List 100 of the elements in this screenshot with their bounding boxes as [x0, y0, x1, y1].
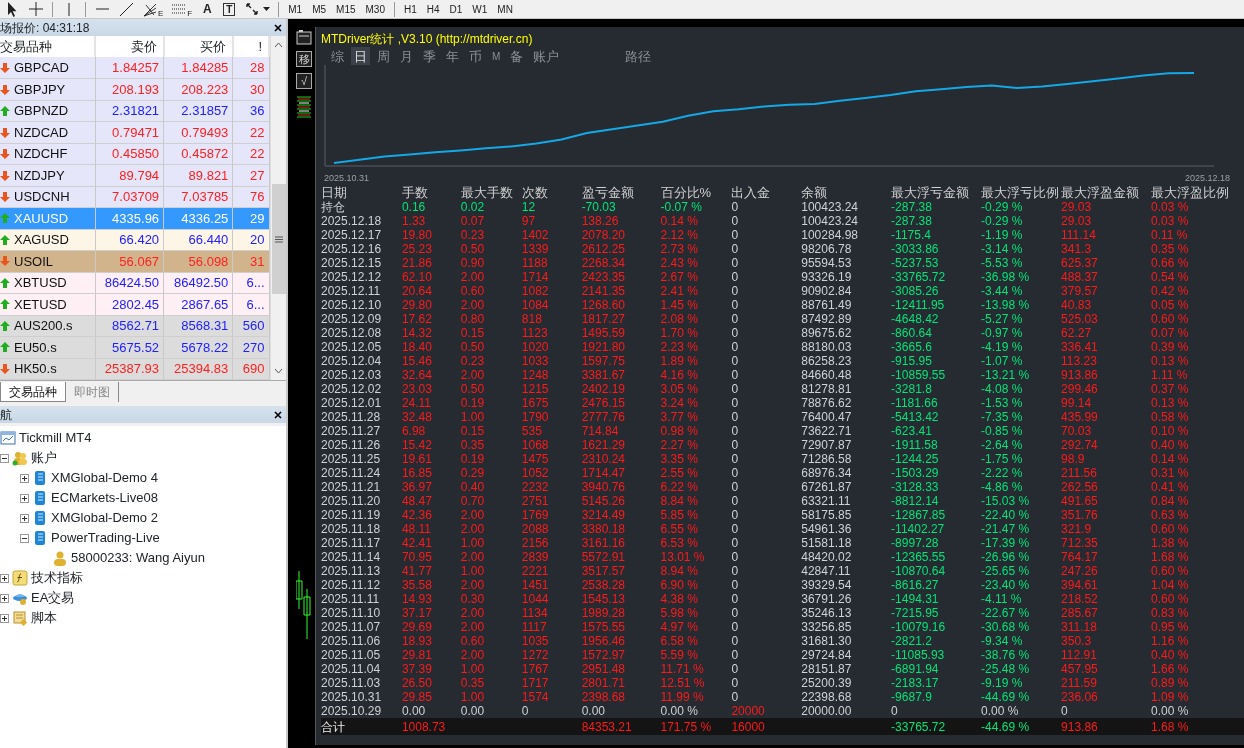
quote-row[interactable]: NZDCHF 0.45850 0.45872 22: [0, 143, 269, 165]
quote-row[interactable]: NZDJPY 89.794 89.821 27: [0, 164, 269, 187]
timeframe-button[interactable]: H4: [421, 0, 445, 18]
quote-row[interactable]: GBPNZD 2.31821 2.31857 36: [0, 100, 269, 122]
table-cell: 1717: [521, 676, 549, 690]
collapse-icon[interactable]: [0, 453, 9, 463]
stats-tab[interactable]: 路径: [622, 47, 655, 65]
side-button[interactable]: √: [296, 73, 312, 89]
tree-item[interactable]: 账户: [31, 448, 57, 468]
tree-item[interactable]: PowerTrading-Live: [51, 528, 160, 548]
tree-item[interactable]: 脚本: [31, 608, 57, 628]
fibonacci-tool-button[interactable]: E: [138, 0, 168, 18]
panel-tab[interactable]: 交易品种: [0, 382, 66, 402]
ask-price: 2.31857: [163, 100, 233, 122]
stats-tab[interactable]: 备: [507, 47, 527, 65]
table-cell: -7215.95: [891, 606, 939, 620]
table-cell: 86258.23: [801, 354, 852, 368]
spread-value: 560: [232, 315, 269, 337]
symbol-name: XETUSD: [14, 295, 67, 314]
tree-item[interactable]: XMGlobal-Demo 4: [51, 468, 158, 488]
stats-tab[interactable]: 综: [328, 47, 347, 65]
quote-row[interactable]: GBPCAD 1.84257 1.84285 28: [0, 57, 269, 79]
table-cell: 0.13 %: [1150, 354, 1189, 368]
label-tool-button[interactable]: T: [218, 0, 241, 18]
stats-tab[interactable]: 季: [420, 47, 439, 65]
expand-icon[interactable]: [20, 513, 29, 523]
column-header[interactable]: !: [232, 36, 269, 58]
grid-tool-button[interactable]: F: [167, 0, 197, 18]
table-cell: 6.90 %: [660, 578, 698, 592]
quote-row[interactable]: GBPJPY 208.193 208.223 30: [0, 78, 269, 101]
table-cell: 17.62: [401, 312, 432, 326]
table-cell: 625.37: [1061, 256, 1098, 270]
quote-row[interactable]: XBTUSD 86424.50 86492.50 6...: [0, 272, 269, 294]
timeframe-button[interactable]: M30: [360, 0, 390, 18]
tree-item[interactable]: 技术指标: [31, 568, 83, 588]
table-cell: -44.69 %: [981, 719, 1030, 734]
table-cell: 29.85: [401, 690, 432, 704]
expand-icon[interactable]: [20, 493, 29, 503]
table-cell: -915.95: [891, 354, 932, 368]
column-header[interactable]: 卖价: [95, 36, 164, 58]
expand-icon[interactable]: [0, 573, 9, 583]
column-header[interactable]: 交易品种: [0, 36, 96, 58]
scrollbar[interactable]: [270, 36, 286, 380]
table-cell: 1.70 %: [660, 326, 698, 340]
stats-tab[interactable]: 月: [397, 47, 416, 65]
table-cell: 0: [731, 340, 739, 354]
quote-row[interactable]: EU50.s 5675.52 5678.22 270: [0, 336, 269, 359]
stats-tab[interactable]: 日: [351, 47, 370, 65]
text-tool-button[interactable]: A: [196, 0, 219, 18]
collapse-icon[interactable]: [20, 533, 29, 543]
timeframe-button[interactable]: MN: [492, 0, 518, 18]
table-cell: 0: [731, 200, 739, 214]
side-button[interactable]: 移: [296, 51, 312, 67]
table-cell: 28151.87: [801, 662, 852, 676]
caret-icon[interactable]: [263, 6, 271, 12]
quote-row[interactable]: AUS200.s 8562.71 8568.31 560: [0, 315, 269, 337]
quote-row[interactable]: XETUSD 2802.45 2867.65 6...: [0, 293, 269, 316]
close-icon[interactable]: [274, 410, 282, 419]
quote-row[interactable]: USOIL 56.067 56.098 31: [0, 250, 269, 273]
tree-item[interactable]: ECMarkets-Live08: [51, 488, 158, 508]
quote-row[interactable]: HK50.s 25387.93 25394.83 690: [0, 358, 269, 380]
table-cell: 2141.35: [581, 284, 625, 298]
tree-item[interactable]: 58000233: Wang Aiyun: [71, 548, 205, 568]
table-cell: 0.60 %: [1150, 522, 1189, 536]
stats-tab[interactable]: 账户: [530, 47, 563, 65]
stats-tab[interactable]: 币: [466, 47, 485, 65]
stats-tab[interactable]: 年: [443, 47, 462, 65]
timeframe-button[interactable]: M15: [331, 0, 361, 18]
timeframe-button[interactable]: M5: [307, 0, 332, 18]
table-cell: 4.16 %: [660, 368, 698, 382]
table-cell: 2025.12.16: [321, 242, 382, 256]
spread-value: 22: [232, 143, 269, 165]
quote-row[interactable]: XAGUSD 66.420 66.440 20: [0, 229, 269, 251]
column-header[interactable]: 买价: [163, 36, 233, 58]
expand-icon[interactable]: [0, 613, 9, 623]
table-cell: 0: [1061, 704, 1068, 718]
table-cell: 70.03: [1061, 424, 1092, 438]
expand-icon[interactable]: [0, 593, 9, 603]
quote-row[interactable]: NZDCAD 0.79471 0.79493 22: [0, 121, 269, 144]
trend-line-icon[interactable]: [118, 1, 134, 17]
scroll-thumb[interactable]: [271, 184, 286, 294]
table-cell: 29.03: [1061, 200, 1092, 214]
timeframe-button[interactable]: M1: [283, 0, 308, 18]
tree-item[interactable]: XMGlobal-Demo 2: [51, 508, 158, 528]
quote-row[interactable]: USDCNH 7.03709 7.03785 76: [0, 186, 269, 208]
table-cell: 31681.30: [801, 634, 852, 648]
tree-item[interactable]: EA交易: [31, 588, 75, 608]
timeframe-button[interactable]: W1: [467, 0, 493, 18]
close-icon[interactable]: [274, 23, 282, 32]
window-icon[interactable]: [296, 29, 312, 45]
crosshair-icon[interactable]: [28, 1, 44, 17]
tree-item[interactable]: Tickmill MT4: [19, 428, 92, 448]
arrows-icon[interactable]: [244, 1, 261, 17]
timeframe-button[interactable]: H1: [398, 0, 422, 18]
bid-price: 208.193: [95, 78, 164, 101]
table-cell: 33256.85: [801, 620, 852, 634]
stats-tab[interactable]: 周: [374, 47, 393, 65]
timeframe-button[interactable]: D1: [444, 0, 468, 18]
expand-icon[interactable]: [20, 473, 29, 483]
stats-tab[interactable]: M: [489, 47, 504, 65]
